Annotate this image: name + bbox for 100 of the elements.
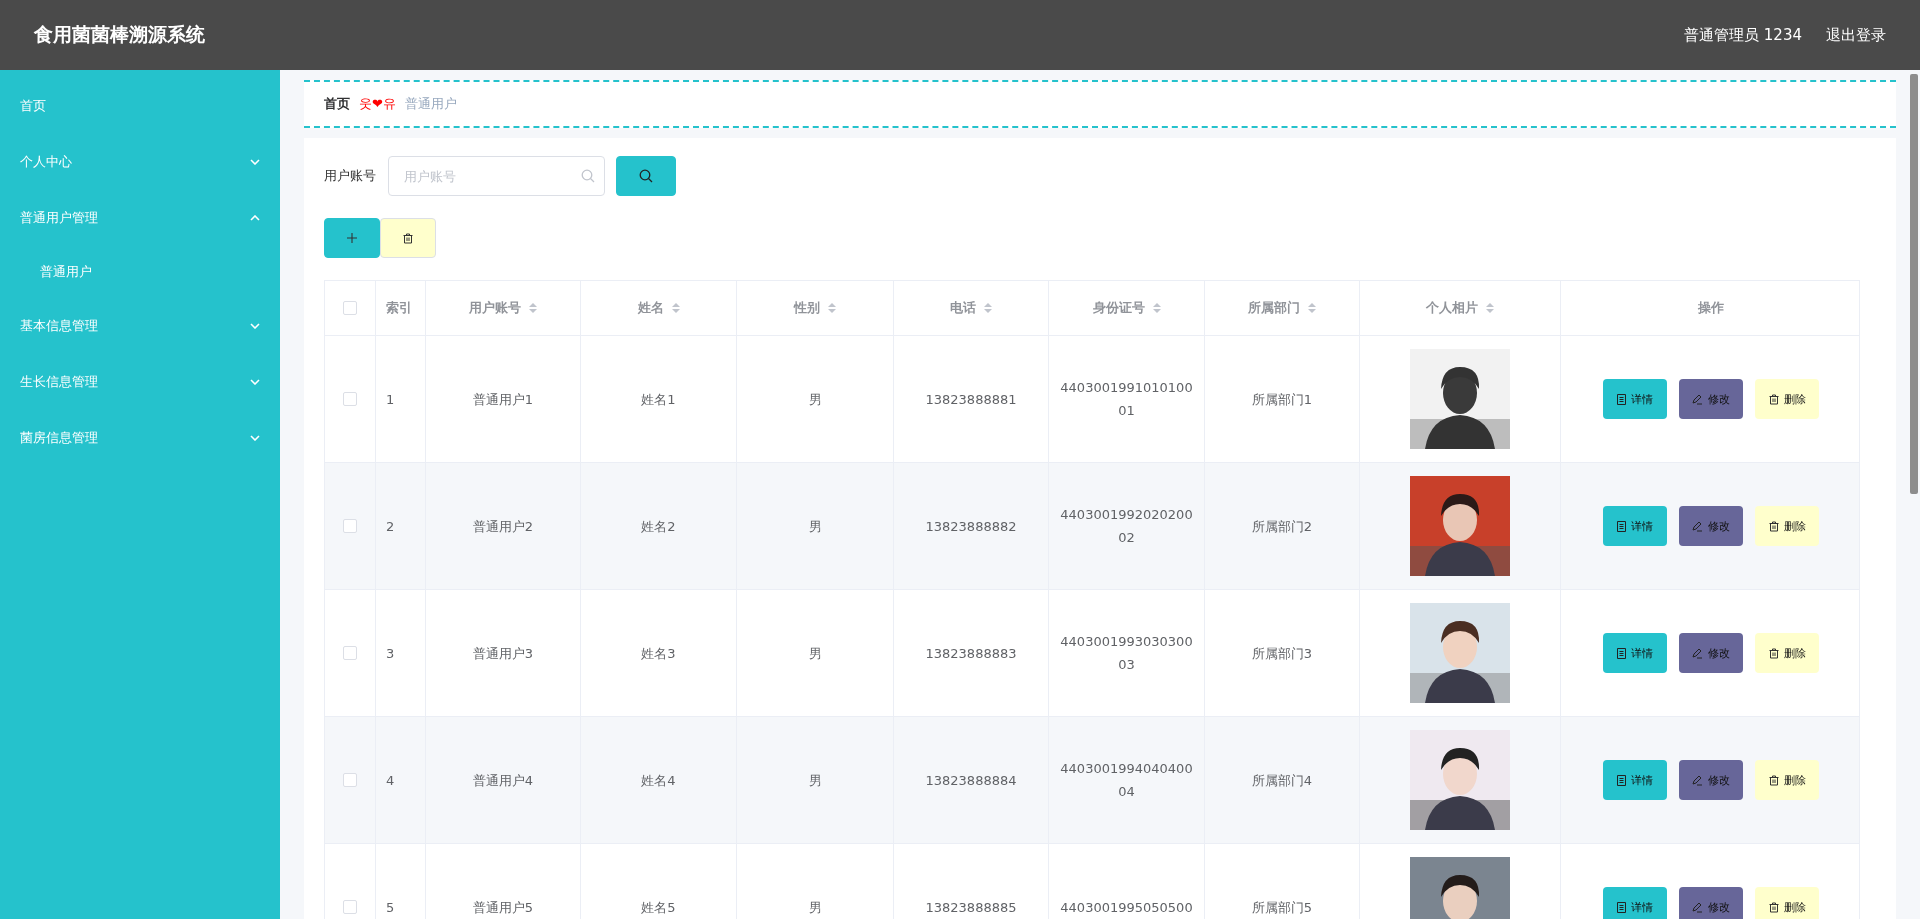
search-icon xyxy=(639,169,653,183)
edit-button[interactable]: 修改 xyxy=(1679,379,1743,419)
pencil-icon xyxy=(1692,774,1703,786)
table-cell-text: 男 xyxy=(808,898,822,917)
table-cell-text: 姓名2 xyxy=(641,517,676,536)
column-header[interactable]: 电话 xyxy=(894,281,1049,335)
sort-icon[interactable] xyxy=(828,302,836,314)
table-cell-text: 4403001995050500 xyxy=(1060,898,1193,917)
table-cell-text: 1 xyxy=(386,390,395,409)
checkbox[interactable] xyxy=(343,392,357,406)
trash-icon xyxy=(1768,901,1779,913)
table-cell-text: 3 xyxy=(386,644,395,663)
edit-button[interactable]: 修改 xyxy=(1679,506,1743,546)
sidebar-item[interactable]: 首页 xyxy=(0,78,280,134)
details-button[interactable]: 详情 xyxy=(1603,379,1667,419)
sidebar-item[interactable]: 个人中心 xyxy=(0,134,280,190)
edit-button[interactable]: 修改 xyxy=(1679,633,1743,673)
delete-button[interactable]: 删除 xyxy=(1755,506,1819,546)
trash-icon xyxy=(1768,647,1779,659)
table-cell-text: 男 xyxy=(808,771,822,790)
table-cell-text: 440300199404040004 xyxy=(1059,760,1194,801)
sort-icon[interactable] xyxy=(1152,302,1161,314)
table-cell-text: 姓名4 xyxy=(641,771,676,790)
sort-icon[interactable] xyxy=(1486,302,1494,314)
trash-icon xyxy=(1768,393,1779,405)
search-button[interactable] xyxy=(616,156,676,196)
pencil-icon xyxy=(1692,393,1703,405)
table-cell-text: 姓名3 xyxy=(641,644,676,663)
scrollbar[interactable] xyxy=(1910,74,1918,494)
table-cell-text: 男 xyxy=(808,644,822,663)
pencil-icon xyxy=(1692,520,1703,532)
column-header[interactable]: 用户账号 xyxy=(426,281,581,335)
checkbox[interactable] xyxy=(343,900,357,914)
sidebar-item[interactable]: 生长信息管理 xyxy=(0,354,280,410)
trash-icon xyxy=(1768,774,1779,786)
details-button[interactable]: 详情 xyxy=(1603,633,1667,673)
delete-button[interactable]: 删除 xyxy=(1755,633,1819,673)
table-cell-text: 普通用户1 xyxy=(472,390,534,409)
document-icon xyxy=(1617,393,1626,405)
table-cell-text: 男 xyxy=(808,517,822,536)
table-cell-text: 5 xyxy=(386,898,395,917)
table-cell-text: 男 xyxy=(808,390,822,409)
document-icon xyxy=(1617,901,1626,913)
table-cell-text: 普通用户5 xyxy=(472,898,534,917)
sort-icon[interactable] xyxy=(984,302,992,314)
column-header: 索引 xyxy=(376,281,426,335)
column-header[interactable]: 姓名 xyxy=(581,281,737,335)
checkbox[interactable] xyxy=(343,773,357,787)
table-cell-text: 所属部门5 xyxy=(1251,898,1313,917)
pencil-icon xyxy=(1692,647,1703,659)
table-cell-text: 所属部门4 xyxy=(1251,771,1313,790)
details-button[interactable]: 详情 xyxy=(1603,887,1667,919)
trash-icon xyxy=(1768,520,1779,532)
table-cell-text: 姓名5 xyxy=(641,898,676,917)
logout-link[interactable]: 退出登录 xyxy=(1826,25,1886,45)
edit-button[interactable]: 修改 xyxy=(1679,887,1743,919)
delete-button[interactable]: 删除 xyxy=(1755,760,1819,800)
column-header[interactable]: 身份证号 xyxy=(1049,281,1205,335)
table-cell-text: 440300199303030003 xyxy=(1059,633,1194,674)
delete-button[interactable]: 删除 xyxy=(1755,887,1819,919)
sidebar-item[interactable]: 菌房信息管理 xyxy=(0,410,280,466)
column-header[interactable]: 个人相片 xyxy=(1360,281,1561,335)
edit-button[interactable]: 修改 xyxy=(1679,760,1743,800)
search-label: 用户账号 xyxy=(324,167,376,185)
table-cell-text: 13823888882 xyxy=(925,517,1017,536)
table-cell-text: 普通用户2 xyxy=(472,517,534,536)
sort-icon[interactable] xyxy=(671,302,680,314)
details-button[interactable]: 详情 xyxy=(1603,760,1667,800)
table-cell-text: 所属部门3 xyxy=(1251,644,1313,663)
breadcrumb-current: 普通用户 xyxy=(404,95,457,113)
details-button[interactable]: 详情 xyxy=(1603,506,1667,546)
column-header[interactable]: 所属部门 xyxy=(1205,281,1360,335)
delete-button[interactable] xyxy=(380,218,436,258)
plus-icon xyxy=(347,233,357,243)
delete-button[interactable]: 删除 xyxy=(1755,379,1819,419)
sidebar-item[interactable]: 普通用户管理 xyxy=(0,190,280,246)
sort-icon[interactable] xyxy=(529,302,537,314)
table-cell-text: 所属部门1 xyxy=(1251,390,1313,409)
checkbox[interactable] xyxy=(343,646,357,660)
table-cell-text: 所属部门2 xyxy=(1251,517,1313,536)
app-title: 食用菌菌棒溯源系统 xyxy=(34,22,205,47)
search-field[interactable]: 用户账号 xyxy=(388,156,605,196)
table-cell-text: 普通用户4 xyxy=(472,771,534,790)
sort-icon[interactable] xyxy=(1308,302,1316,314)
document-icon xyxy=(1617,647,1626,659)
column-header[interactable]: 性别 xyxy=(737,281,894,335)
sidebar-subitem[interactable]: 普通用户 xyxy=(0,246,280,298)
table-cell-text: 普通用户3 xyxy=(472,644,534,663)
checkbox[interactable] xyxy=(343,519,357,533)
breadcrumb-separator: 웃❤유 xyxy=(359,95,396,113)
breadcrumb-home[interactable]: 首页 xyxy=(324,95,350,113)
checkbox[interactable] xyxy=(343,301,357,315)
table-cell-text: 13823888883 xyxy=(925,644,1017,663)
document-icon xyxy=(1617,774,1626,786)
table-cell-text: 13823888881 xyxy=(925,390,1017,409)
sidebar-item[interactable]: 基本信息管理 xyxy=(0,298,280,354)
column-header: 操作 xyxy=(1697,299,1725,317)
pencil-icon xyxy=(1692,901,1703,913)
table-cell-text: 2 xyxy=(386,517,395,536)
trash-icon xyxy=(403,232,413,244)
